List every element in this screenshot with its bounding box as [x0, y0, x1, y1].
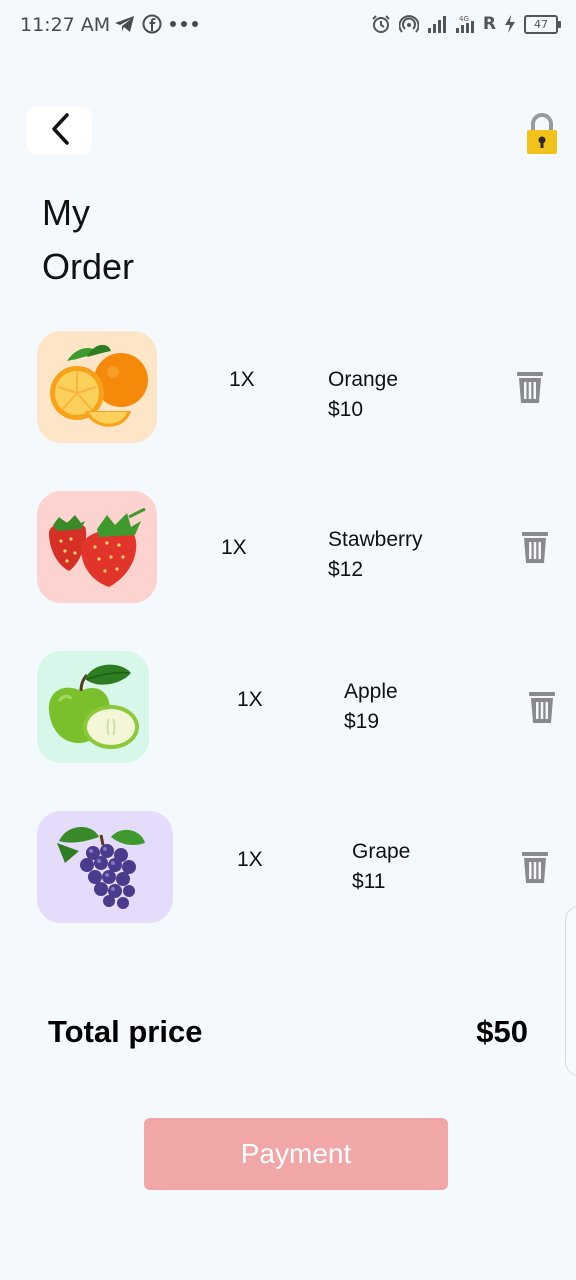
item-name: Apple	[344, 680, 398, 703]
item-price: $11	[352, 870, 386, 893]
trash-icon	[528, 692, 556, 728]
roaming-indicator: R	[482, 14, 496, 34]
back-button[interactable]	[27, 107, 92, 155]
battery-indicator: 47	[524, 14, 561, 34]
charging-icon	[504, 14, 516, 34]
signal-icon	[427, 14, 447, 34]
hotspot-icon	[398, 14, 419, 34]
trash-icon	[516, 372, 544, 408]
trash-icon	[521, 532, 549, 568]
payment-button[interactable]: Payment	[144, 1118, 448, 1190]
svg-text:4G: 4G	[459, 15, 469, 23]
strawberry-thumbnail	[37, 491, 157, 603]
item-name: Stawberry	[328, 528, 423, 551]
status-right-icons: 4G R 47	[371, 14, 561, 34]
trash-icon	[521, 852, 549, 888]
facebook-icon	[142, 14, 162, 34]
item-name: Orange	[328, 368, 399, 391]
item-quantity: 1X	[229, 368, 255, 391]
side-panel-handle[interactable]	[565, 906, 576, 1076]
delete-button[interactable]	[521, 850, 549, 884]
grape-thumbnail	[37, 811, 173, 923]
delete-button[interactable]	[521, 530, 549, 564]
item-quantity: 1X	[221, 536, 247, 559]
telegram-icon	[114, 14, 136, 34]
total-price-value: $50	[476, 1014, 528, 1049]
delete-button[interactable]	[528, 690, 556, 724]
orange-thumbnail	[37, 331, 157, 443]
chevron-left-icon	[49, 112, 71, 151]
item-price: $10	[328, 398, 364, 421]
lock-button[interactable]	[524, 112, 560, 156]
signal-4g-icon: 4G	[455, 14, 475, 34]
status-left-icons	[114, 14, 200, 34]
alarm-icon	[371, 14, 391, 34]
apple-thumbnail	[37, 651, 149, 763]
status-bar: 11:27 AM 4G R 47	[0, 0, 576, 52]
item-quantity: 1X	[237, 688, 263, 711]
item-price: $19	[344, 710, 380, 733]
item-price: $12	[328, 558, 364, 581]
status-time: 11:27 AM	[20, 14, 111, 36]
lock-icon	[524, 113, 560, 160]
total-price-label: Total price	[48, 1014, 203, 1049]
page-title: My Order	[42, 192, 135, 287]
more-dots-icon	[168, 14, 200, 34]
delete-button[interactable]	[516, 370, 544, 404]
item-name: Grape	[352, 840, 411, 863]
item-quantity: 1X	[237, 848, 263, 871]
